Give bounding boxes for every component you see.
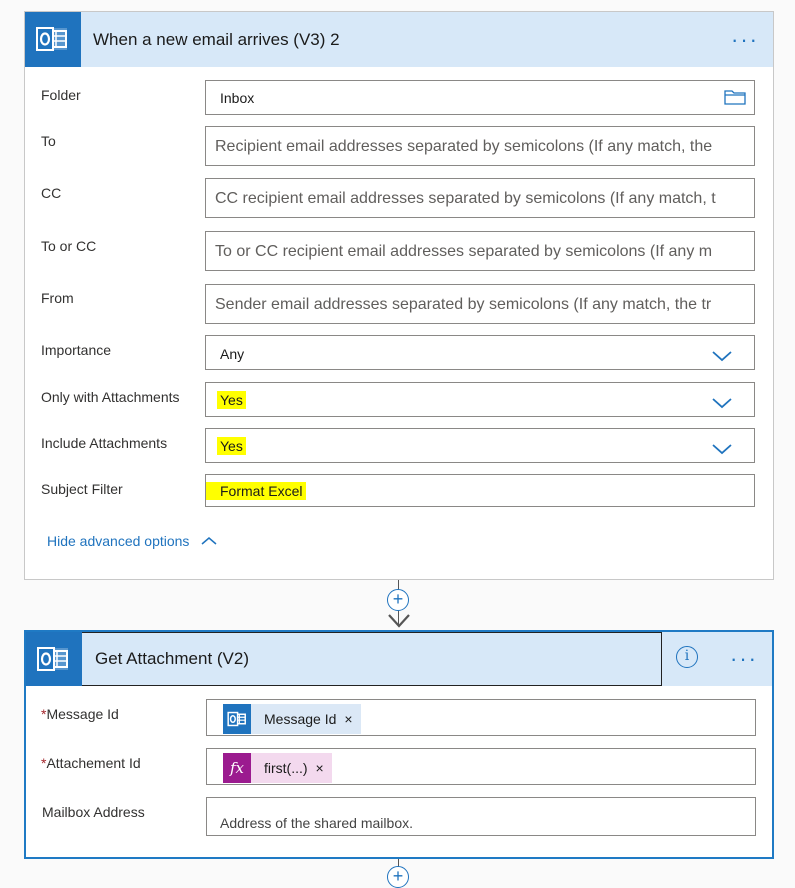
attachment-id-token-label: first(...) [264, 760, 308, 776]
mailbox-address-placeholder: Address of the shared mailbox. [220, 815, 413, 831]
arrow-down-icon [388, 614, 410, 628]
subject-filter-label: Subject Filter [41, 481, 123, 497]
outlook-token-icon [223, 704, 251, 734]
message-id-input[interactable]: Message Id × [206, 699, 756, 736]
importance-value: Any [220, 346, 245, 362]
message-id-label: *Message Id [41, 706, 119, 722]
folder-picker-icon[interactable] [724, 89, 746, 110]
mailbox-address-label: Mailbox Address [42, 804, 145, 820]
attachment-id-token[interactable]: fx first(...) × [223, 753, 332, 783]
attachment-id-label: *Attachement Id [41, 755, 141, 771]
trigger-more-options-icon[interactable]: ··· [731, 12, 759, 67]
add-step-button[interactable]: + [387, 589, 409, 611]
chevron-down-icon[interactable] [712, 396, 732, 414]
to-or-cc-placeholder: To or CC recipient email addresses separ… [215, 243, 713, 260]
chevron-down-icon[interactable] [712, 442, 732, 460]
include-attachments-dropdown[interactable]: Yes [205, 428, 755, 463]
remove-token-icon[interactable]: × [316, 760, 332, 776]
message-id-label-text: Message Id [46, 706, 119, 722]
get-attachment-card: Get Attachment (V2) i ··· *Message Id Me… [24, 630, 774, 859]
only-with-attachments-label: Only with Attachments [41, 389, 180, 405]
action-header[interactable]: Get Attachment (V2) [26, 632, 662, 686]
outlook-logo-icon [25, 12, 81, 67]
to-input[interactable]: Recipient email addresses separated by s… [205, 126, 755, 166]
cc-label: CC [41, 185, 62, 201]
subject-filter-input[interactable]: Format Excel [205, 474, 755, 507]
trigger-title: When a new email arrives (V3) 2 [93, 30, 340, 49]
subject-filter-value: Format Excel [206, 482, 307, 500]
folder-label: Folder [41, 87, 81, 103]
action-more-options-icon[interactable]: ··· [730, 632, 758, 686]
action-title: Get Attachment (V2) [95, 649, 250, 668]
hide-advanced-options-link[interactable]: Hide advanced options [47, 533, 217, 549]
only-with-attachments-dropdown[interactable]: Yes [205, 382, 755, 417]
to-or-cc-label: To or CC [41, 238, 97, 254]
attachment-id-input[interactable]: fx first(...) × [206, 748, 756, 785]
chevron-up-icon [201, 537, 217, 545]
from-label: From [41, 290, 74, 306]
fx-expression-icon: fx [223, 753, 251, 783]
trigger-card: When a new email arrives (V3) 2 ··· Fold… [24, 11, 774, 580]
info-icon[interactable]: i [676, 646, 698, 668]
cc-input[interactable]: CC recipient email addresses separated b… [205, 178, 755, 218]
add-step-button-bottom[interactable]: + [387, 866, 409, 888]
from-input[interactable]: Sender email addresses separated by semi… [205, 284, 755, 324]
to-placeholder: Recipient email addresses separated by s… [215, 138, 713, 155]
remove-token-icon[interactable]: × [344, 711, 360, 727]
only-with-attachments-value: Yes [217, 391, 246, 409]
include-attachments-label: Include Attachments [41, 435, 168, 451]
to-label: To [41, 133, 56, 149]
from-placeholder: Sender email addresses separated by semi… [215, 296, 712, 313]
trigger-header[interactable]: When a new email arrives (V3) 2 ··· [25, 12, 773, 67]
outlook-logo-icon [26, 632, 82, 686]
message-id-token-label: Message Id [264, 711, 337, 727]
hide-advanced-options-label: Hide advanced options [47, 533, 190, 549]
cc-placeholder: CC recipient email addresses separated b… [215, 190, 716, 207]
importance-dropdown[interactable]: Any [205, 335, 755, 370]
importance-label: Importance [41, 342, 112, 358]
folder-value: Inbox [220, 90, 255, 106]
action-header-actions: i ··· [662, 632, 772, 686]
attachment-id-label-text: Attachement Id [46, 755, 141, 771]
include-attachments-value: Yes [217, 437, 246, 455]
chevron-down-icon[interactable] [712, 349, 732, 367]
mailbox-address-input[interactable]: Address of the shared mailbox. [206, 797, 756, 836]
folder-input[interactable]: Inbox [205, 80, 755, 115]
message-id-token[interactable]: Message Id × [223, 704, 361, 734]
to-or-cc-input[interactable]: To or CC recipient email addresses separ… [205, 231, 755, 271]
